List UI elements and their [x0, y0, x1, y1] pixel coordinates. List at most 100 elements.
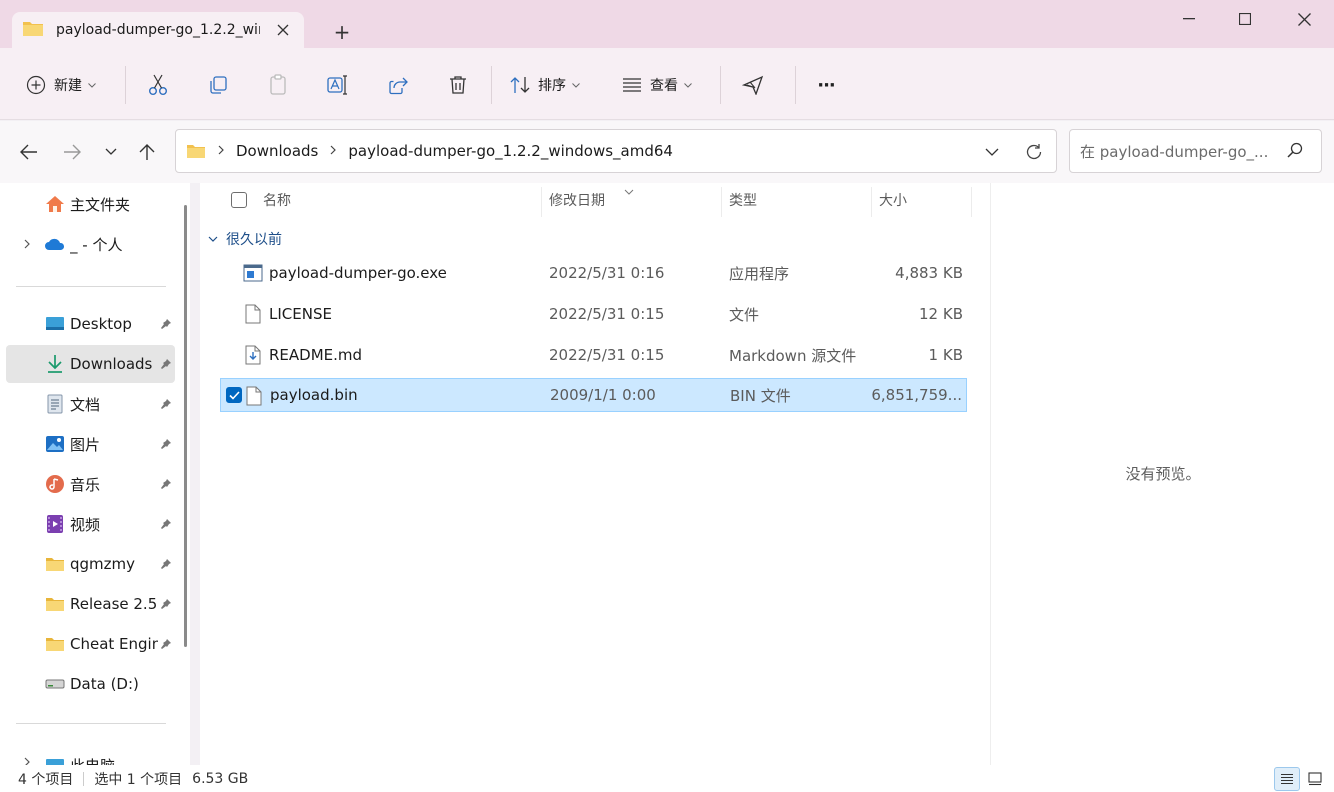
sidebar-item-pictures[interactable]: 图片	[6, 425, 175, 463]
column-divider[interactable]	[541, 187, 542, 217]
folder-icon	[186, 143, 206, 159]
sidebar-item-label: Downloads	[70, 355, 153, 373]
breadcrumb-current-folder[interactable]: payload-dumper-go_1.2.2_windows_amd64	[348, 142, 673, 160]
recent-locations-button[interactable]	[94, 135, 128, 169]
file-row-selected[interactable]: payload.bin 2009/1/1 0:00 BIN 文件 6,851,7…	[220, 378, 967, 412]
view-button[interactable]: 查看	[622, 68, 692, 102]
sidebar-item-home[interactable]: 主文件夹	[6, 185, 175, 223]
up-button[interactable]	[130, 135, 164, 169]
pin-icon[interactable]	[159, 397, 173, 411]
file-type: 文件	[729, 305, 760, 324]
sidebar-item-data-drive[interactable]: Data (D:)	[6, 665, 175, 703]
sidebar-item-cheat-engine[interactable]: Cheat Engin	[6, 625, 175, 663]
address-history-dropdown[interactable]	[980, 140, 1004, 164]
column-header-name[interactable]: 名称	[263, 183, 291, 217]
folder-icon	[22, 19, 44, 41]
sidebar-item-release[interactable]: Release 2.5.	[6, 585, 175, 623]
sidebar-item-label: 文档	[70, 395, 101, 414]
chevron-down-icon	[88, 82, 96, 88]
tab-current-folder[interactable]: payload-dumper-go_1.2.2_windows_amd64	[12, 12, 304, 48]
pin-icon[interactable]	[159, 357, 173, 371]
column-header-type[interactable]: 类型	[729, 183, 757, 217]
select-all-checkbox-header[interactable]	[231, 183, 247, 217]
breadcrumb-separator-icon	[218, 143, 224, 159]
paste-button[interactable]	[265, 68, 291, 102]
chevron-right-icon[interactable]	[20, 239, 34, 249]
column-header-date[interactable]: 修改日期	[549, 183, 605, 217]
pin-icon[interactable]	[159, 317, 173, 331]
preview-pane: 没有预览。	[990, 183, 1334, 765]
paste-icon	[270, 74, 286, 95]
view-label: 查看	[650, 78, 678, 94]
back-button[interactable]	[12, 135, 46, 169]
file-row[interactable]: README.md 2022/5/31 0:15 Markdown 源文件 1 …	[220, 338, 967, 372]
sidebar-item-label: 此电脑	[70, 755, 158, 765]
search-placeholder: 在 payload-dumper-go_...	[1080, 142, 1269, 161]
sidebar-item-videos[interactable]: 视频	[6, 505, 175, 543]
pin-icon[interactable]	[159, 437, 173, 451]
forward-button[interactable]	[55, 135, 89, 169]
sidebar-item-label: 视频	[70, 515, 101, 534]
pin-icon[interactable]	[159, 597, 173, 611]
sidebar-item-desktop[interactable]: Desktop	[6, 305, 175, 343]
search-icon[interactable]	[1287, 142, 1303, 162]
column-divider[interactable]	[721, 187, 722, 217]
address-bar[interactable]: Downloads payload-dumper-go_1.2.2_window…	[175, 129, 1057, 173]
sidebar-item-onedrive[interactable]: _ - 个人	[6, 225, 175, 263]
view-list-icon	[623, 78, 641, 92]
group-header[interactable]: 很久以前	[208, 227, 282, 251]
sidebar-item-this-pc[interactable]: 此电脑	[6, 743, 175, 765]
folder-icon	[44, 593, 66, 615]
file-list: 名称 修改日期 类型 大小 很久以前 payload-dumper-go.exe…	[200, 183, 990, 765]
column-divider[interactable]	[871, 187, 872, 217]
sidebar-scrollbar[interactable]	[184, 205, 187, 647]
chevron-right-icon[interactable]	[20, 757, 34, 765]
row-checkbox[interactable]	[226, 387, 242, 403]
rename-button[interactable]	[325, 68, 351, 102]
breadcrumb-downloads[interactable]: Downloads	[236, 142, 318, 160]
sort-button[interactable]: 排序	[510, 68, 580, 102]
file-row[interactable]: payload-dumper-go.exe 2022/5/31 0:16 应用程…	[220, 256, 967, 290]
tiles-view-button[interactable]	[1302, 767, 1328, 791]
sidebar-item-documents[interactable]: 文档	[6, 385, 175, 423]
column-divider[interactable]	[971, 187, 972, 217]
home-icon	[44, 193, 66, 215]
address-row: Downloads payload-dumper-go_1.2.2_window…	[0, 121, 1334, 183]
search-input[interactable]: 在 payload-dumper-go_...	[1069, 129, 1322, 173]
desktop-icon	[44, 313, 66, 335]
tab-close-icon[interactable]	[272, 19, 294, 41]
sidebar-item-label: Release 2.5.	[70, 595, 158, 613]
select-all-checkbox[interactable]	[231, 192, 247, 208]
sidebar-item-downloads[interactable]: Downloads	[6, 345, 175, 383]
sidebar-item-label: 图片	[70, 435, 101, 454]
video-icon	[44, 513, 66, 535]
close-button[interactable]	[1275, 0, 1333, 38]
pin-icon[interactable]	[159, 557, 173, 571]
new-button[interactable]: 新建	[26, 68, 96, 102]
refresh-button[interactable]	[1020, 138, 1048, 166]
sidebar-item-music[interactable]: 音乐	[6, 465, 175, 503]
maximize-button[interactable]	[1216, 0, 1274, 38]
file-row[interactable]: LICENSE 2022/5/31 0:15 文件 12 KB	[220, 297, 967, 331]
filter-button[interactable]	[740, 68, 766, 102]
share-button[interactable]	[385, 68, 411, 102]
sidebar-divider	[16, 723, 166, 724]
delete-button[interactable]	[445, 68, 471, 102]
sidebar-item-qgmzmy[interactable]: qgmzmy	[6, 545, 175, 583]
group-label: 很久以前	[226, 232, 282, 248]
column-header-label: 修改日期	[549, 193, 605, 209]
cut-button[interactable]	[145, 68, 171, 102]
new-tab-button[interactable]: +	[326, 18, 358, 46]
pin-icon[interactable]	[159, 517, 173, 531]
status-bar: 4 个项目 选中 1 个项目 6.53 GB	[0, 765, 1334, 792]
refresh-icon	[1026, 144, 1042, 160]
file-name: README.md	[269, 346, 363, 364]
maximize-icon	[1239, 13, 1251, 25]
copy-button[interactable]	[205, 68, 231, 102]
minimize-button[interactable]	[1160, 0, 1218, 38]
pin-icon[interactable]	[159, 637, 173, 651]
more-button[interactable]: ···	[812, 68, 840, 102]
pin-icon[interactable]	[159, 477, 173, 491]
details-view-button[interactable]	[1274, 767, 1300, 791]
column-header-size[interactable]: 大小	[879, 183, 907, 217]
